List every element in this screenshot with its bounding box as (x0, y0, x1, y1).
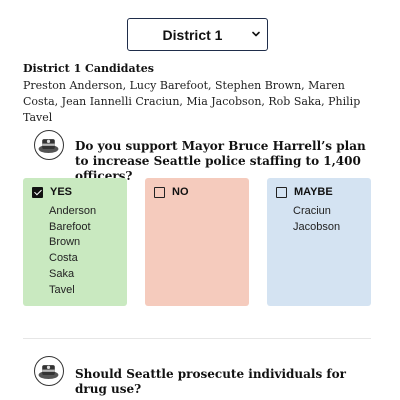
checkbox-empty-icon[interactable] (154, 186, 165, 198)
candidates-heading: District 1 Candidates (23, 62, 154, 75)
answer-yes-panel: YES Anderson Barefoot Brown Costa Saka T… (23, 178, 127, 306)
answer-maybe-names: Craciun Jacobson (293, 204, 340, 235)
question-text: Should Seattle prosecute individuals for… (75, 367, 346, 396)
list-item: Brown (49, 236, 81, 249)
answer-yes-label: YES (50, 186, 73, 198)
list-item: Jacobson (293, 220, 341, 233)
district-select-value: District 1 (162, 26, 223, 43)
checkbox-empty-icon[interactable] (276, 186, 287, 198)
answer-maybe-panel: MAYBE Craciun Jacobson (267, 178, 371, 306)
candidate-badge-icon (34, 356, 64, 386)
candidates-list: Preston Anderson, Lucy Barefoot, Stephen… (23, 79, 361, 124)
answer-no-option[interactable]: NO (154, 186, 189, 198)
list-item: Tavel (49, 283, 75, 296)
list-item: Saka (49, 267, 75, 280)
list-item: Craciun (293, 205, 331, 217)
district-select[interactable]: District 1 (127, 18, 268, 51)
answer-yes-names: Anderson Barefoot Brown Costa Saka Tavel (49, 204, 96, 298)
answer-no-label: NO (172, 186, 189, 198)
answer-no-panel: NO (145, 178, 249, 306)
list-item: Anderson (49, 205, 97, 217)
section-divider (23, 338, 371, 339)
list-item: Barefoot (49, 220, 91, 233)
checkbox-checked-icon[interactable] (32, 186, 43, 198)
answer-maybe-label: MAYBE (294, 186, 333, 198)
list-item: Costa (49, 252, 78, 265)
answer-yes-option[interactable]: YES (32, 186, 72, 198)
chevron-down-icon (252, 31, 260, 37)
candidate-badge-icon (34, 130, 64, 160)
answer-maybe-option[interactable]: MAYBE (276, 186, 333, 198)
